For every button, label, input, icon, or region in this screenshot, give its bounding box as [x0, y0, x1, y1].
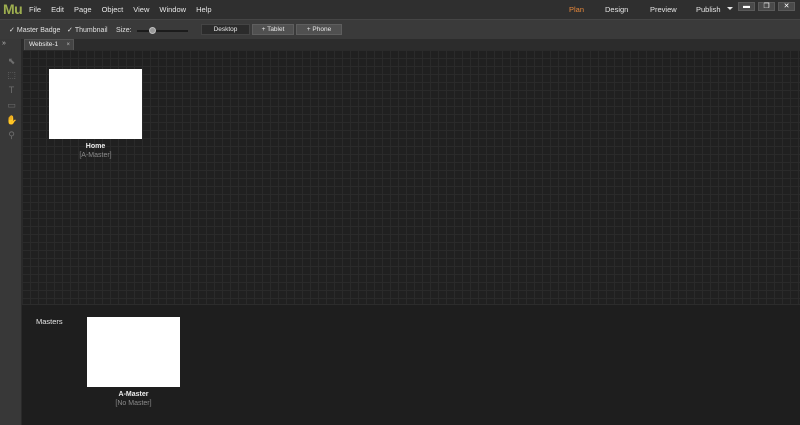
- menu-file[interactable]: File: [29, 5, 41, 14]
- page-master-label: [A-Master]: [79, 152, 112, 159]
- crop-tool-icon[interactable]: ⬚: [6, 70, 17, 81]
- master-thumbnail-a[interactable]: [87, 317, 180, 387]
- tab-phone[interactable]: + Phone: [296, 24, 342, 35]
- size-slider-handle[interactable]: [149, 27, 157, 34]
- master-parent-label: [No Master]: [115, 400, 152, 407]
- size-label: Size:: [116, 27, 132, 34]
- tab-desktop[interactable]: Desktop: [201, 24, 250, 35]
- close-icon[interactable]: ✕: [778, 2, 795, 11]
- size-slider-track[interactable]: [137, 30, 188, 32]
- window-controls: ▬ ❐ ✕: [738, 2, 795, 11]
- document-tab-title: Website-1: [29, 41, 59, 48]
- masters-heading: Masters: [36, 317, 63, 326]
- rectangle-tool-icon[interactable]: ▭: [6, 100, 17, 111]
- layout-tabs: Desktop + Tablet + Phone: [201, 24, 342, 35]
- mode-publish[interactable]: Publish: [696, 5, 721, 14]
- mode-design[interactable]: Design: [605, 5, 628, 14]
- mode-plan[interactable]: Plan: [569, 5, 584, 14]
- site-plan-canvas[interactable]: Home [A-Master]: [22, 50, 800, 304]
- menu-edit[interactable]: Edit: [51, 5, 64, 14]
- thumbnail-label: Thumbnail: [74, 27, 108, 34]
- menu-window[interactable]: Window: [159, 5, 186, 14]
- thumbnail-checkbox[interactable]: ✓ Thumbnail: [67, 26, 108, 34]
- document-tab-bar: Website-1 ×: [22, 39, 800, 50]
- selection-tool-icon[interactable]: ⬉: [6, 56, 17, 67]
- minimize-icon[interactable]: ▬: [738, 2, 755, 11]
- checkmark-icon: ✓: [9, 27, 15, 34]
- master-badge-label: Master Badge: [16, 27, 61, 34]
- menu-help[interactable]: Help: [196, 5, 211, 14]
- page-title-home[interactable]: Home: [49, 143, 142, 150]
- master-badge-checkbox[interactable]: ✓ Master Badge: [9, 26, 60, 34]
- plan-toolbar: ✓ Master Badge ✓ Thumbnail Size: Desktop +…: [0, 19, 800, 39]
- tool-strip: » ⬉ ⬚ T ▭ ✋ ⚲: [0, 39, 22, 425]
- text-tool-icon[interactable]: T: [6, 85, 17, 96]
- close-tab-icon[interactable]: ×: [66, 40, 70, 50]
- mode-preview[interactable]: Preview: [650, 5, 677, 14]
- tab-tablet[interactable]: + Tablet: [252, 24, 294, 35]
- main-menu: File Edit Page Object View Window Help: [29, 5, 222, 14]
- masters-panel: Masters A-Master [No Master]: [22, 304, 800, 425]
- master-title-a[interactable]: A-Master: [87, 391, 180, 398]
- menu-object[interactable]: Object: [102, 5, 124, 14]
- expand-panel-icon[interactable]: »: [2, 40, 6, 47]
- menu-bar: Mu File Edit Page Object View Window Hel…: [0, 0, 800, 19]
- zoom-tool-icon[interactable]: ⚲: [6, 130, 17, 141]
- menu-page[interactable]: Page: [74, 5, 92, 14]
- checkmark-icon: ✓: [67, 27, 73, 34]
- hand-tool-icon[interactable]: ✋: [6, 115, 17, 126]
- chevron-down-icon[interactable]: [727, 7, 733, 10]
- document-tab[interactable]: Website-1 ×: [24, 39, 74, 50]
- restore-icon[interactable]: ❐: [758, 2, 775, 11]
- menu-view[interactable]: View: [133, 5, 149, 14]
- app-logo: Mu: [3, 1, 23, 17]
- page-thumbnail-home[interactable]: [49, 69, 142, 139]
